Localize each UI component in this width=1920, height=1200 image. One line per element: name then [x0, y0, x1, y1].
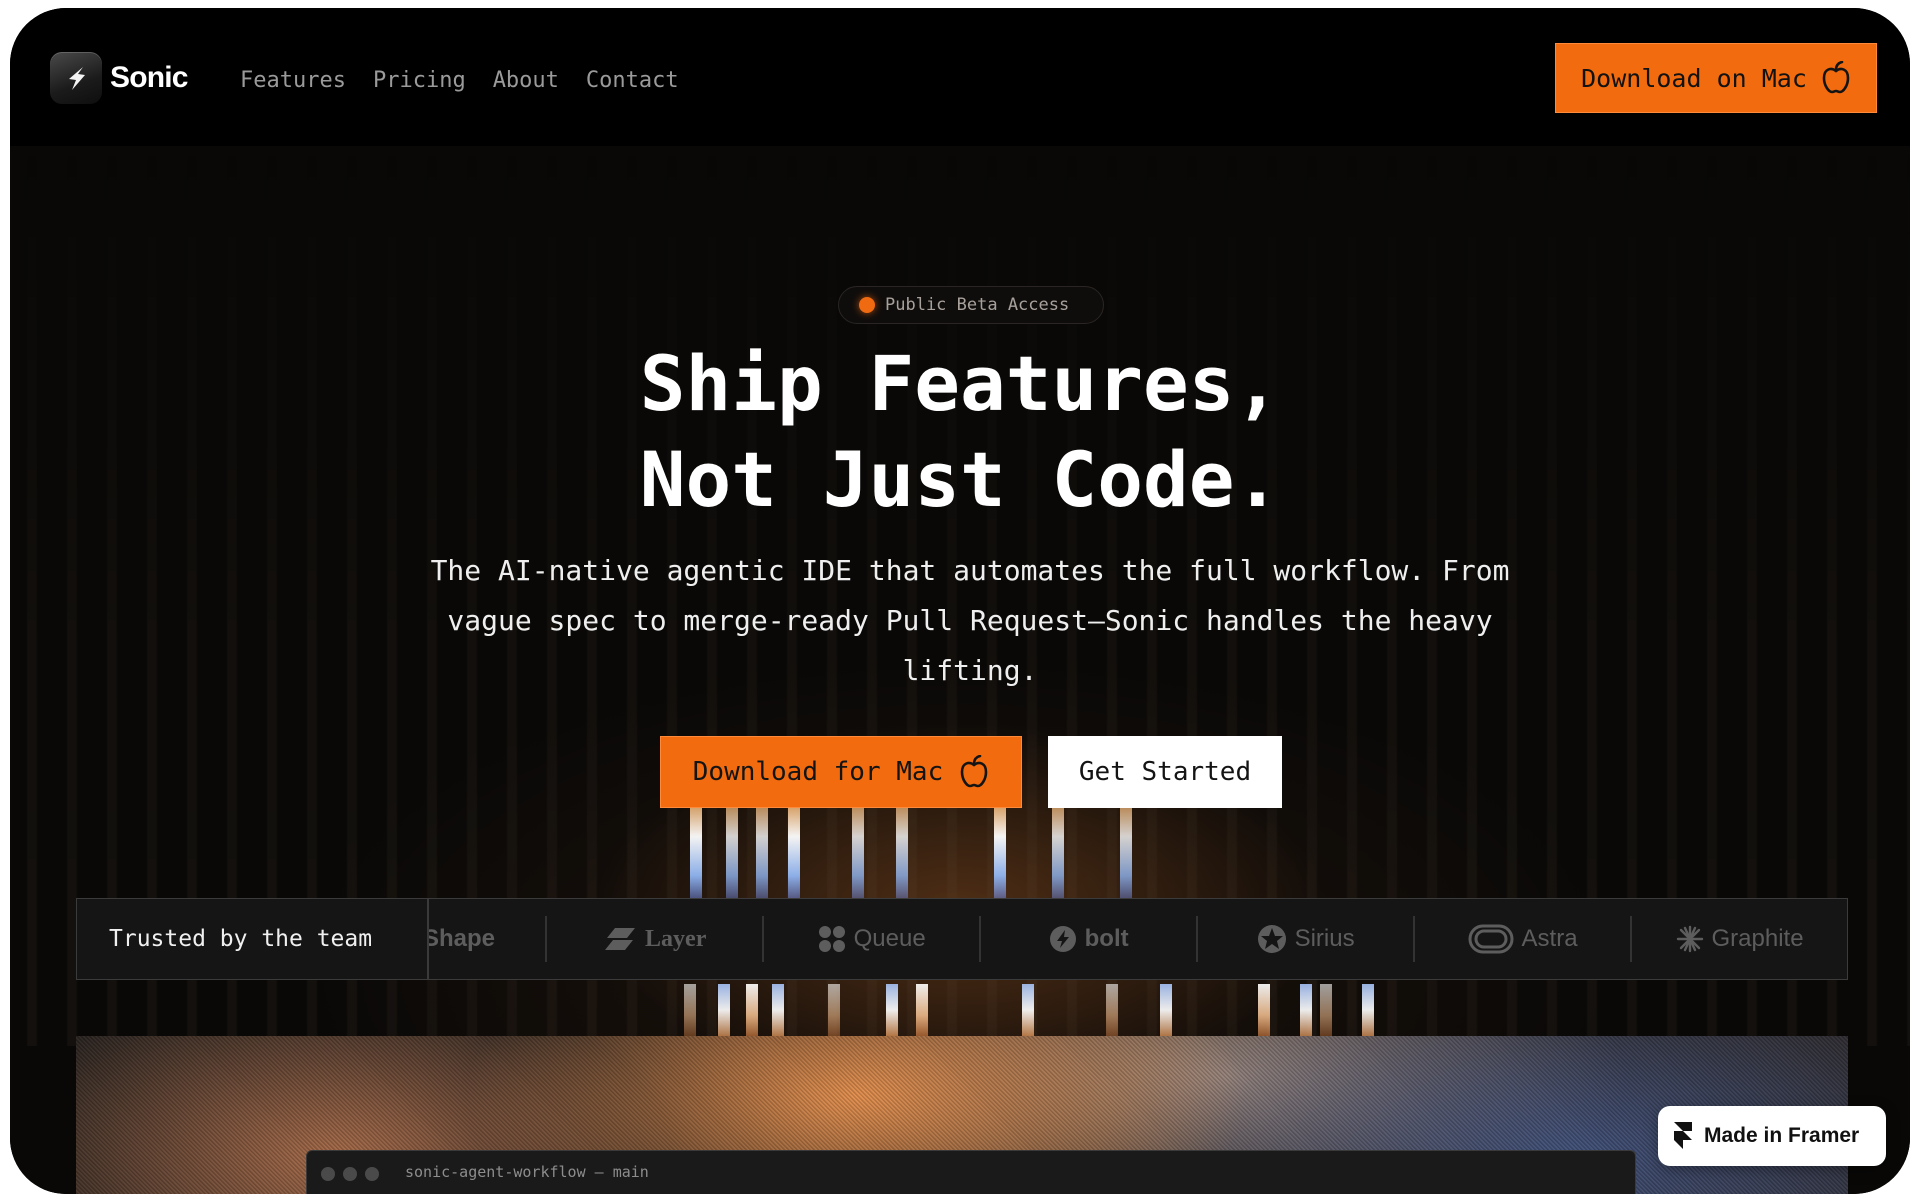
nav-link-contact[interactable]: Contact	[586, 68, 679, 93]
trust-logo-bolt-text: bolt	[1084, 925, 1129, 952]
trust-logo-astra-text: Astra	[1521, 925, 1578, 952]
light-bar	[746, 984, 758, 1036]
light-bar	[718, 984, 730, 1036]
bolt-logo-icon	[1049, 926, 1076, 952]
top-navigation: Sonic Features Pricing About Contact Dow…	[10, 8, 1910, 146]
light-bar	[916, 984, 928, 1036]
trust-logo-graphite-text: Graphite	[1711, 925, 1804, 952]
trust-logo-sirius: Sirius	[1198, 899, 1413, 979]
made-in-framer-label: Made in Framer	[1704, 1124, 1860, 1147]
brand-logo[interactable]: Sonic	[50, 52, 188, 104]
badge-label: Public Beta Access	[885, 295, 1070, 315]
trust-logo-layer-text: Layer	[645, 925, 707, 952]
made-in-framer-badge[interactable]: Made in Framer	[1658, 1106, 1886, 1166]
hero-title: Ship Features, Not Just Code.	[10, 336, 1910, 528]
public-beta-badge: Public Beta Access	[838, 286, 1104, 324]
product-showcase: sonic-agent-workflow — main	[76, 1036, 1848, 1194]
apple-icon	[1822, 61, 1850, 94]
trust-logo-astra: Astra	[1415, 899, 1630, 979]
nav-links: Features Pricing About Contact	[240, 68, 679, 93]
download-on-mac-button[interactable]: Download on Mac	[1555, 43, 1877, 113]
astra-logo-icon	[1468, 924, 1514, 954]
trust-logo-shape-text: Shape	[429, 925, 496, 952]
trusted-by-label: Trusted by the team	[77, 899, 429, 979]
browser-frame: Sonic Features Pricing About Contact Dow…	[10, 8, 1910, 1194]
editor-window: sonic-agent-workflow — main	[306, 1150, 1636, 1194]
light-bar	[772, 984, 784, 1036]
get-started-button[interactable]: Get Started	[1048, 736, 1282, 808]
editor-window-title: sonic-agent-workflow — main	[405, 1163, 649, 1181]
trust-logo-graphite: Graphite	[1632, 899, 1847, 979]
download-on-mac-label: Download on Mac	[1581, 63, 1807, 93]
framer-icon	[1674, 1122, 1692, 1149]
status-dot	[859, 297, 875, 313]
light-bar	[1300, 984, 1312, 1036]
trusted-by-strip: Trusted by the team Shape Layer Queue bo…	[76, 898, 1848, 980]
nav-link-pricing[interactable]: Pricing	[373, 68, 466, 93]
light-bar	[1362, 984, 1374, 1036]
graphite-logo-icon	[1676, 925, 1703, 953]
window-minimize-dot[interactable]	[343, 1167, 357, 1181]
sonic-logo-icon	[50, 52, 102, 104]
download-for-mac-button[interactable]: Download for Mac	[660, 736, 1022, 808]
window-close-dot[interactable]	[321, 1167, 335, 1181]
download-for-mac-label: Download for Mac	[692, 757, 944, 787]
queue-logo-icon	[818, 926, 845, 952]
sirius-logo-icon	[1257, 925, 1286, 953]
trust-logo-bolt: bolt	[981, 899, 1196, 979]
trust-logo-queue: Queue	[764, 899, 979, 979]
light-bar	[828, 984, 840, 1036]
nav-link-features[interactable]: Features	[240, 68, 346, 93]
light-bar	[1258, 984, 1270, 1036]
trusted-logos: Shape Layer Queue bolt Sirius Astra Grap…	[429, 899, 1847, 979]
trust-logo-sirius-text: Sirius	[1294, 925, 1355, 952]
nav-link-about[interactable]: About	[493, 68, 559, 93]
light-bar	[1320, 984, 1332, 1036]
hero-title-line-2: Not Just Code.	[639, 435, 1281, 524]
hero-title-line-1: Ship Features,	[639, 339, 1281, 428]
window-maximize-dot[interactable]	[365, 1167, 379, 1181]
brand-name: Sonic	[110, 61, 188, 94]
trust-logo-shape: Shape	[429, 899, 545, 979]
light-bar	[684, 984, 696, 1036]
trust-logo-layer: Layer	[547, 899, 762, 979]
apple-icon	[960, 755, 988, 788]
light-bar	[1160, 984, 1172, 1036]
light-bar	[886, 984, 898, 1036]
hero-subtitle: The AI-native agentic IDE that automates…	[430, 554, 1510, 687]
trust-logo-queue-text: Queue	[853, 925, 926, 952]
layer-logo-icon	[605, 928, 636, 950]
light-bar	[1106, 984, 1118, 1036]
light-bar	[1022, 984, 1034, 1036]
hero-cta-row: Download for Mac Get Started	[660, 736, 1282, 808]
